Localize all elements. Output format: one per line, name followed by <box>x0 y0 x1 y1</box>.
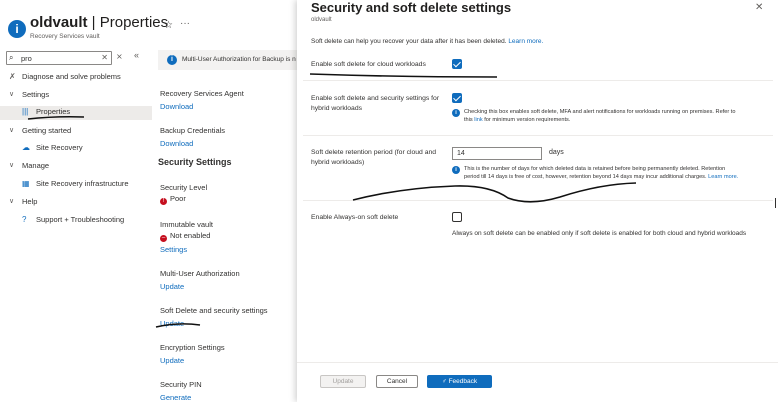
grid-icon: ▦ <box>22 179 30 188</box>
security-pin-label: Security PIN <box>160 380 202 389</box>
close-icon[interactable]: ✕ <box>755 2 763 13</box>
security-level-label: Security Level <box>160 183 208 192</box>
info-circle-icon: i <box>8 20 26 38</box>
question-icon: ? <box>22 215 27 224</box>
chevron-down-icon: ∨ <box>9 162 15 169</box>
immutable-settings-link[interactable]: Settings <box>160 245 187 254</box>
properties-bars-icon: ||| <box>22 107 29 116</box>
sidebar-group-settings[interactable]: ∨ Settings <box>0 89 152 103</box>
chevron-down-icon: ∨ <box>9 198 15 205</box>
divider <box>303 135 773 136</box>
info-icon: i <box>167 55 177 65</box>
soft-delete-settings-panel: Security and soft delete settings oldvau… <box>297 0 778 402</box>
search-input[interactable]: ⌕ pro ✕ <box>6 51 112 65</box>
sidebar-item-diagnose[interactable]: ✗ Diagnose and solve problems <box>0 71 152 85</box>
version-requirements-link[interactable]: link <box>474 117 482 123</box>
info-icon: i <box>452 109 460 117</box>
search-value: pro <box>21 54 32 63</box>
chevron-down-icon: ∨ <box>9 91 15 98</box>
blocked-icon: – <box>160 235 167 242</box>
mua-update-link[interactable]: Update <box>160 282 184 291</box>
sidebar-group-getting-started[interactable]: ∨ Getting started <box>0 125 152 139</box>
sidebar-item-site-recovery-infrastructure[interactable]: ▦ Site Recovery infrastructure <box>0 178 152 192</box>
resource-subtitle: Recovery Services vault <box>30 33 100 40</box>
filter-icon[interactable]: ⨯ <box>116 52 123 61</box>
mua-label: Multi-User Authorization <box>160 269 240 278</box>
credentials-download-link[interactable]: Download <box>160 139 193 148</box>
more-options-icon[interactable]: ··· <box>180 18 190 29</box>
security-pin-generate-link[interactable]: Generate <box>160 393 191 402</box>
credentials-label: Backup Credentials <box>160 126 226 135</box>
wrench-icon: ✗ <box>9 72 16 81</box>
immutable-vault-label: Immutable vault <box>160 220 213 229</box>
retention-period-label: Soft delete retention period (for cloud … <box>311 149 437 166</box>
retention-days-input[interactable]: 14 <box>452 147 542 160</box>
chevron-down-icon: ∨ <box>9 127 15 134</box>
agent-download-link[interactable]: Download <box>160 102 193 111</box>
info-icon: i <box>452 166 460 174</box>
always-on-label: Enable Always-on soft delete <box>311 214 399 221</box>
left-nav: i oldvault | Properties Recovery Service… <box>0 0 168 402</box>
security-settings-heading: Security Settings <box>158 157 232 167</box>
sidebar-item-support[interactable]: ? Support + Troubleshooting <box>0 214 152 228</box>
hybrid-softdelete-label: Enable soft delete and security settings… <box>311 95 440 112</box>
divider <box>303 80 773 81</box>
cloud-softdelete-label: Enable soft delete for cloud workloads <box>311 61 426 68</box>
encryption-update-link[interactable]: Update <box>160 356 184 365</box>
sidebar-item-properties[interactable]: ||| Properties <box>0 106 152 120</box>
learn-more-link[interactable]: Learn more. <box>508 38 543 45</box>
panel-title: Security and soft delete settings <box>311 0 512 15</box>
cloud-softdelete-checkbox[interactable] <box>452 59 462 69</box>
panel-description: Soft delete can help you recover your da… <box>311 38 544 45</box>
sidebar-group-help[interactable]: ∨ Help <box>0 196 152 210</box>
search-icon: ⌕ <box>9 53 14 62</box>
footer-divider <box>297 362 778 363</box>
sidebar-group-manage[interactable]: ∨ Manage <box>0 160 152 174</box>
encryption-label: Encryption Settings <box>160 343 225 352</box>
hybrid-info-note: i Checking this box enables soft delete,… <box>452 109 742 124</box>
agent-label: Recovery Services Agent <box>160 89 244 98</box>
retention-learn-more-link[interactable]: Learn more. <box>708 174 738 180</box>
cloud-icon: ☁ <box>22 143 30 152</box>
security-level-status: ! Poor <box>160 194 186 205</box>
feedback-icon: ♂ <box>441 378 449 385</box>
softdelete-label: Soft Delete and security settings <box>160 306 268 315</box>
divider <box>303 200 773 201</box>
favorite-star-icon[interactable]: ☆ <box>164 20 173 31</box>
always-on-checkbox[interactable] <box>452 212 462 222</box>
always-on-note: Always on soft delete can be enabled onl… <box>452 230 747 237</box>
cancel-button[interactable]: Cancel <box>376 375 418 388</box>
mua-info-banner: i Multi-User Authorization for Backup is… <box>158 50 298 70</box>
retention-info-note: i This is the number of days for which d… <box>452 166 742 181</box>
hybrid-softdelete-checkbox[interactable] <box>452 93 462 103</box>
feedback-button[interactable]: ♂ Feedback <box>427 375 492 388</box>
sidebar-item-site-recovery[interactable]: ☁ Site Recovery <box>0 142 152 156</box>
collapse-icon[interactable]: « <box>134 50 139 60</box>
panel-subtitle: oldvault <box>311 17 332 23</box>
scrollbar-edge <box>775 198 776 208</box>
error-icon: ! <box>160 198 167 205</box>
page-title: oldvault | Properties <box>30 14 169 31</box>
retention-unit: days <box>549 149 564 156</box>
immutable-vault-status: – Not enabled <box>160 231 211 242</box>
update-button[interactable]: Update <box>320 375 366 388</box>
clear-icon[interactable]: ✕ <box>101 53 108 62</box>
softdelete-update-link[interactable]: Update <box>160 319 184 328</box>
